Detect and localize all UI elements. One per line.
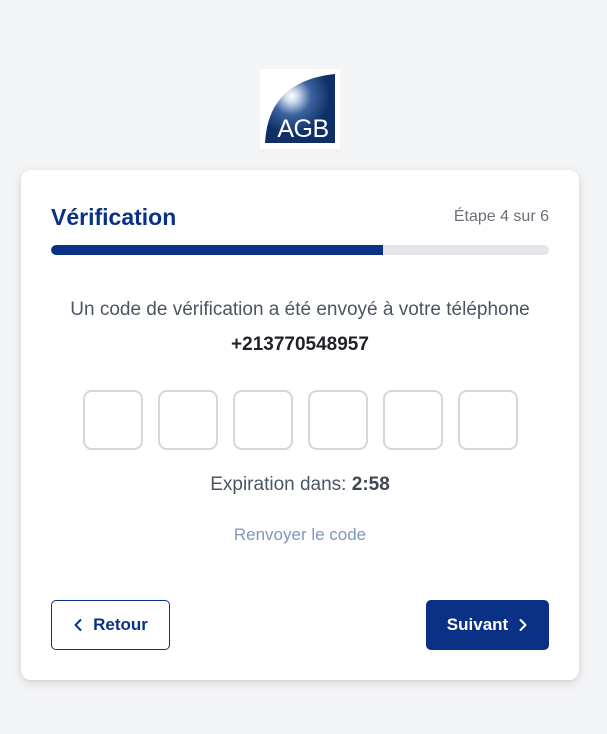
agb-logo: AGB — [260, 69, 340, 149]
expiry-timer: Expiration dans: 2:58 — [21, 474, 579, 496]
verification-message: Un code de vérification a été envoyé à v… — [70, 299, 530, 320]
next-button[interactable]: Suivant — [426, 600, 549, 650]
progress-bar-fill — [51, 245, 384, 255]
code-digit-3[interactable] — [233, 390, 293, 450]
code-digit-5[interactable] — [383, 390, 443, 450]
progress-bar — [51, 245, 549, 255]
expiry-label: Expiration dans: — [210, 474, 347, 495]
chevron-right-icon — [518, 618, 528, 632]
chevron-left-icon — [73, 618, 83, 632]
step-indicator: Étape 4 sur 6 — [453, 208, 549, 225]
code-digit-1[interactable] — [83, 390, 143, 450]
code-digit-4[interactable] — [308, 390, 368, 450]
code-digit-2[interactable] — [158, 390, 218, 450]
code-input-row — [83, 390, 518, 450]
resend-code-link[interactable]: Renvoyer le code — [21, 525, 579, 545]
back-button-label: Retour — [93, 615, 148, 634]
phone-number: +213770548957 — [231, 334, 369, 355]
verification-card: Vérification Étape 4 sur 6 Un code de vé… — [21, 170, 579, 680]
expiry-time: 2:58 — [351, 474, 390, 495]
next-button-label: Suivant — [446, 615, 509, 634]
code-digit-6[interactable] — [458, 390, 518, 450]
back-button[interactable]: Retour — [51, 600, 170, 650]
card-title: Vérification — [51, 204, 177, 230]
logo-text: AGB — [277, 115, 329, 143]
